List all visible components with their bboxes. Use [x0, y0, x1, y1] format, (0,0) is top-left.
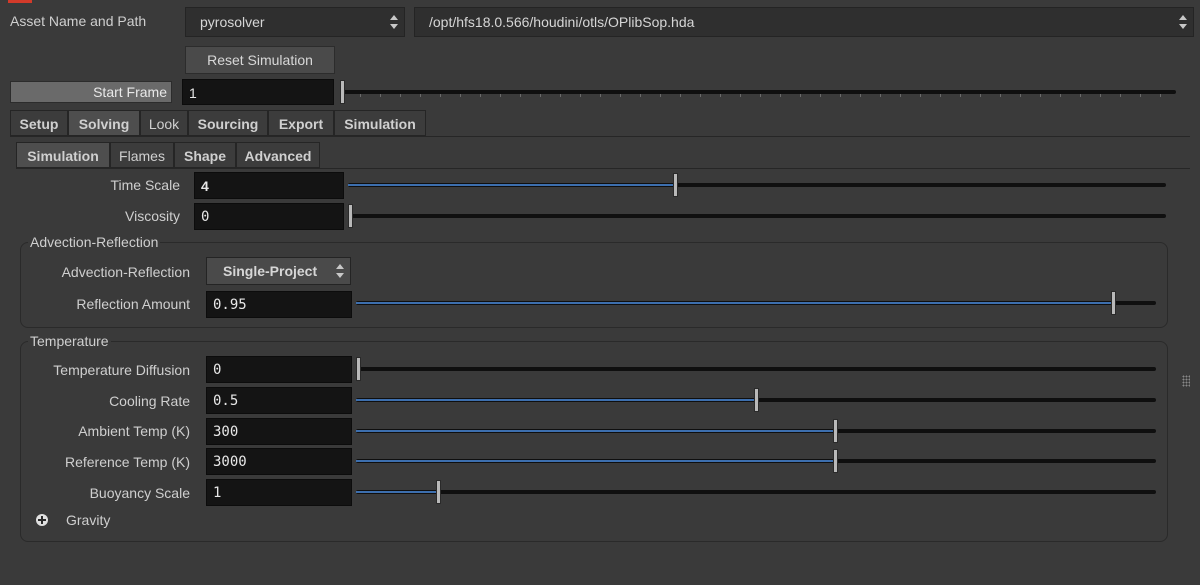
- reference-temp-label: Reference Temp (K): [64, 454, 190, 470]
- asset-name-value: pyrosolver: [200, 14, 265, 30]
- time-scale-label: Time Scale: [110, 177, 180, 193]
- slider-handle[interactable]: [436, 480, 441, 504]
- plus-circle-icon: [36, 514, 48, 526]
- cooling-rate-slider[interactable]: [356, 388, 1156, 412]
- tab-simulation[interactable]: Simulation: [334, 110, 426, 136]
- reflection-amount-field[interactable]: 0.95: [206, 291, 352, 318]
- viscosity-label: Viscosity: [125, 208, 180, 224]
- advection-mode-select[interactable]: Single-Project: [206, 257, 351, 285]
- window-accent-mark: [8, 0, 32, 3]
- slider-track: [340, 90, 1176, 94]
- select-arrows-icon: [336, 263, 344, 279]
- tab-label: Export: [278, 116, 324, 132]
- tab-export[interactable]: Export: [268, 110, 334, 136]
- select-arrows-icon: [1179, 14, 1187, 30]
- advection-mode-value: Single-Project: [223, 263, 318, 279]
- temperature-group: [20, 341, 1168, 542]
- slider-handle[interactable]: [356, 357, 361, 381]
- asset-name-label: Asset Name and Path: [10, 13, 147, 29]
- cooling-rate-label: Cooling Rate: [109, 393, 190, 409]
- tab-label: Shape: [183, 148, 226, 164]
- slider-track: [348, 214, 1166, 218]
- temperature-group-title: Temperature: [28, 333, 111, 349]
- start-frame-label-button[interactable]: Start Frame: [10, 81, 172, 103]
- viscosity-slider[interactable]: [348, 204, 1166, 228]
- slider-track: [356, 367, 1156, 371]
- buoyancy-scale-slider[interactable]: [356, 480, 1156, 504]
- subtab-shape[interactable]: Shape: [174, 142, 236, 168]
- buoyancy-scale-field[interactable]: 1: [206, 479, 352, 506]
- temperature-diffusion-slider[interactable]: [356, 357, 1156, 381]
- asset-path-select[interactable]: /opt/hfs18.0.566/houdini/otls/OPlibSop.h…: [414, 7, 1194, 37]
- time-scale-field[interactable]: 4: [194, 172, 344, 199]
- advection-group-title: Advection-Reflection: [28, 234, 161, 250]
- tab-setup[interactable]: Setup: [10, 110, 68, 136]
- tab-label: Setup: [19, 116, 59, 132]
- reference-temp-slider[interactable]: [356, 449, 1156, 473]
- reflection-amount-label: Reflection Amount: [76, 296, 190, 312]
- subtab-flames[interactable]: Flames: [110, 142, 174, 168]
- ambient-temp-slider[interactable]: [356, 419, 1156, 443]
- subtab-simulation[interactable]: Simulation: [16, 142, 110, 168]
- slider-fill: [356, 399, 754, 401]
- start-frame-field[interactable]: 1: [182, 79, 334, 105]
- slider-fill: [348, 184, 673, 186]
- slider-track: [356, 490, 1156, 494]
- main-tabbar-divider: [10, 136, 1190, 137]
- tab-sourcing[interactable]: Sourcing: [188, 110, 268, 136]
- temperature-diffusion-field[interactable]: 0: [206, 356, 352, 383]
- viscosity-field[interactable]: 0: [194, 203, 344, 230]
- slider-track: [356, 429, 1156, 433]
- slider-fill: [356, 491, 436, 493]
- advection-mode-label: Advection-Reflection: [61, 264, 190, 280]
- buoyancy-scale-label: Buoyancy Scale: [89, 485, 190, 501]
- tab-label: Simulation: [27, 148, 99, 164]
- slider-handle[interactable]: [833, 449, 838, 473]
- select-arrows-icon: [390, 14, 398, 30]
- tab-label: Flames: [119, 148, 165, 164]
- ambient-temp-field[interactable]: 300: [206, 418, 352, 445]
- advection-group: [20, 242, 1168, 328]
- ambient-temp-label: Ambient Temp (K): [78, 423, 190, 439]
- temperature-diffusion-label: Temperature Diffusion: [53, 362, 190, 378]
- slider-handle[interactable]: [754, 388, 759, 412]
- tab-label: Sourcing: [197, 116, 259, 132]
- cooling-rate-field[interactable]: 0.5: [206, 387, 352, 414]
- tab-solving[interactable]: Solving: [68, 110, 140, 136]
- slider-fill: [356, 302, 1111, 304]
- slider-handle[interactable]: [1111, 291, 1116, 315]
- start-frame-slider[interactable]: [340, 80, 1176, 104]
- slider-track: [356, 301, 1156, 305]
- gravity-label: Gravity: [66, 512, 111, 528]
- slider-fill: [356, 430, 833, 432]
- slider-handle[interactable]: [348, 204, 353, 228]
- subtab-advanced[interactable]: Advanced: [236, 142, 320, 168]
- timeline-ticks: [340, 94, 1176, 97]
- reset-simulation-button[interactable]: Reset Simulation: [185, 46, 335, 74]
- reflection-amount-slider[interactable]: [356, 291, 1156, 315]
- tab-label: Solving: [78, 116, 130, 132]
- slider-track: [356, 459, 1156, 463]
- tab-label: Advanced: [244, 148, 312, 164]
- slider-fill: [356, 460, 833, 462]
- asset-name-select[interactable]: pyrosolver: [185, 7, 405, 37]
- resize-grip-icon[interactable]: [1182, 375, 1190, 387]
- slider-handle[interactable]: [833, 419, 838, 443]
- tab-label: Simulation: [344, 116, 416, 132]
- asset-path-value: /opt/hfs18.0.566/houdini/otls/OPlibSop.h…: [429, 14, 695, 30]
- slider-track: [348, 183, 1166, 187]
- tab-look[interactable]: Look: [140, 110, 188, 136]
- time-scale-slider[interactable]: [348, 173, 1166, 197]
- gravity-folder-toggle[interactable]: Gravity: [36, 512, 126, 530]
- reference-temp-field[interactable]: 3000: [206, 448, 352, 475]
- tab-label: Look: [148, 116, 180, 132]
- slider-handle[interactable]: [673, 173, 678, 197]
- slider-handle[interactable]: [340, 80, 345, 104]
